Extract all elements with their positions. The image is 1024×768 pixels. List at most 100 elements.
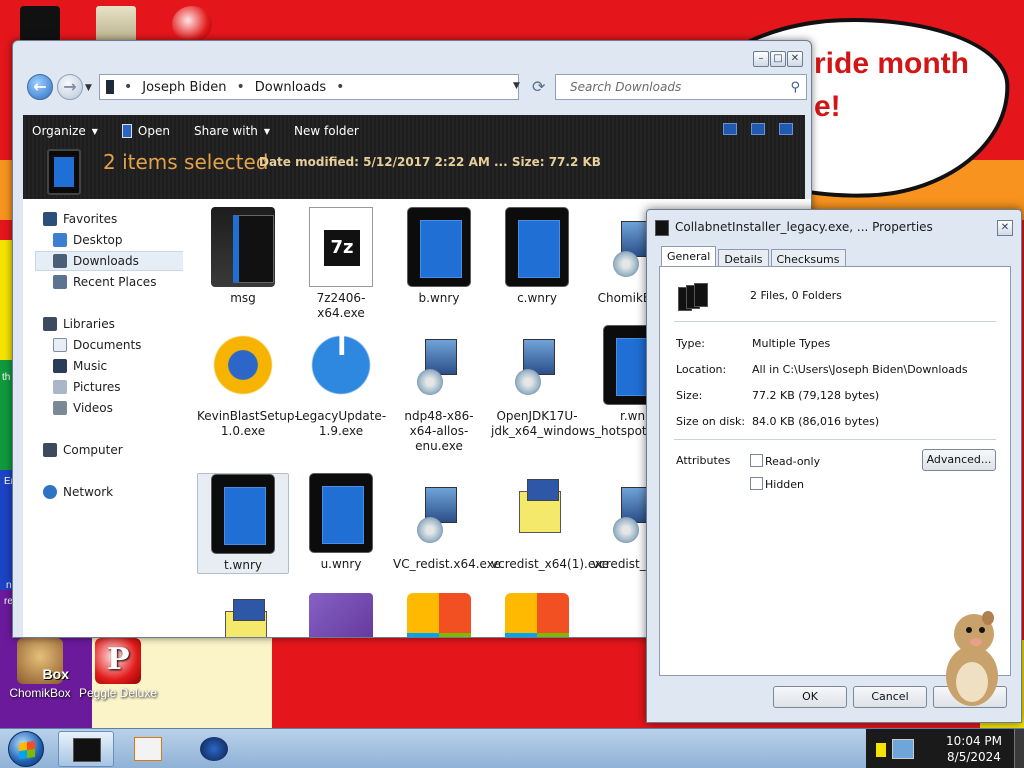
nav-favorites[interactable]: Favorites — [43, 209, 183, 229]
chevron-down-icon: ▼ — [263, 126, 271, 136]
show-desktop-button[interactable] — [1014, 729, 1024, 768]
nav-network[interactable]: Network — [43, 482, 183, 502]
window-controls: – □ ✕ — [753, 51, 803, 67]
clock[interactable]: 10:04 PM 8/5/2024 — [946, 733, 1002, 765]
file-item[interactable] — [393, 593, 485, 637]
flag-icon[interactable] — [876, 743, 886, 757]
breadcrumb-downloads[interactable]: Downloads — [255, 80, 326, 95]
music-icon — [53, 359, 67, 373]
selection-title: 2 items selected — [103, 150, 269, 174]
file-name: LegacyUpdate-1.9.exe — [295, 409, 387, 438]
file-item[interactable]: VC_redist.x64.exe — [393, 473, 501, 572]
command-bar: Organize ▼ Open Share with ▼ New folder — [23, 119, 374, 143]
nav-downloads[interactable]: Downloads — [35, 251, 191, 271]
nav-desktop[interactable]: Desktop — [53, 230, 193, 250]
breadcrumb-joseph-biden[interactable]: Joseph Biden — [142, 80, 226, 95]
nav-recent-places[interactable]: Recent Places — [53, 272, 193, 292]
search-placeholder: Search Downloads — [570, 80, 682, 94]
change-view-icon[interactable] — [723, 123, 737, 135]
type-label: Type: — [676, 337, 705, 350]
file-name: vcredist_x64(1).exe — [491, 557, 610, 571]
open-button[interactable]: Open — [113, 124, 179, 138]
organize-button[interactable]: Organize ▼ — [23, 124, 107, 138]
taskbar-media-player-button[interactable] — [120, 731, 176, 767]
share-with-button[interactable]: Share with ▼ — [185, 124, 279, 138]
clock-date: 8/5/2024 — [947, 750, 1001, 764]
cancel-button[interactable]: Cancel — [853, 686, 927, 708]
search-icon[interactable]: ⚲ — [790, 80, 800, 95]
nav-music[interactable]: Music — [53, 356, 193, 376]
hamster-image — [946, 611, 998, 706]
file-item[interactable]: LegacyUpdate-1.9.exe — [295, 325, 387, 439]
downloads-icon — [53, 254, 67, 268]
breadcrumb-separator[interactable]: • — [336, 79, 344, 95]
nav-documents[interactable]: Documents — [53, 335, 193, 355]
chevron-down-icon: ▼ — [91, 126, 98, 136]
visual-studio-icon — [309, 593, 373, 637]
advanced-button[interactable]: Advanced... — [922, 449, 996, 471]
file-item[interactable]: ndp48-x86-x64-allos-enu.exe — [393, 325, 485, 454]
close-button[interactable]: ✕ — [997, 220, 1013, 236]
file-item[interactable]: OpenJDK17U-jdk_x64_windows_hotspot_17.0.… — [491, 325, 737, 439]
breadcrumb-separator: • — [124, 79, 133, 95]
taskbar: 10:04 PM 8/5/2024 — [0, 728, 1024, 768]
close-button[interactable]: ✕ — [787, 51, 803, 67]
file-item[interactable] — [197, 593, 289, 637]
start-button[interactable] — [8, 731, 44, 767]
selection-details: Date modified: 5/12/2017 2:22 AM ... Siz… — [259, 155, 601, 169]
open-label: Open — [137, 124, 170, 138]
file-item[interactable]: vcredist_x64(1).exe — [491, 473, 610, 572]
recent-pages-dropdown[interactable]: ▼ — [85, 83, 92, 93]
size-on-disk-value: 84.0 KB (86,016 bytes) — [752, 415, 880, 428]
file-item[interactable]: c.wnry — [491, 207, 583, 306]
nav-computer[interactable]: Computer — [43, 440, 183, 460]
maximize-button[interactable]: □ — [770, 51, 786, 67]
media-player-icon — [134, 737, 162, 761]
nav-videos[interactable]: Videos — [53, 398, 193, 418]
file-item[interactable]: u.wnry — [295, 473, 387, 572]
file-item[interactable]: msg — [197, 207, 289, 306]
nav-label: Computer — [63, 443, 123, 457]
nav-pictures[interactable]: Pictures — [53, 377, 193, 397]
nav-label: Desktop — [73, 233, 123, 247]
network-tray-icon[interactable] — [892, 739, 914, 759]
nav-libraries[interactable]: Libraries — [43, 314, 183, 334]
preview-pane-icon[interactable] — [751, 123, 765, 135]
address-dropdown[interactable]: ▼ — [513, 81, 520, 91]
ok-button[interactable]: OK — [773, 686, 847, 708]
search-input[interactable]: Search Downloads ⚲ — [555, 74, 807, 100]
nav-label: Pictures — [73, 380, 121, 394]
nav-label: Music — [73, 359, 108, 373]
file-item[interactable] — [295, 593, 387, 637]
peggle-icon — [95, 638, 141, 684]
file-summary: 2 Files, 0 Folders — [750, 289, 842, 302]
readonly-checkbox[interactable] — [750, 454, 763, 467]
taskbar-app-button[interactable] — [186, 731, 242, 767]
file-item[interactable]: KevinBlastSetup-1.0.exe — [197, 325, 299, 439]
help-icon[interactable] — [779, 123, 793, 135]
forward-button[interactable]: → — [57, 74, 83, 100]
open-icon — [121, 124, 132, 138]
desktop-icon-peggle[interactable]: Peggle Deluxe — [72, 638, 164, 700]
minimize-button[interactable]: – — [753, 51, 769, 67]
size-on-disk-label: Size on disk: — [676, 415, 746, 428]
address-bar[interactable]: • Joseph Biden • Downloads • — [99, 74, 519, 100]
installer-icon — [211, 593, 275, 637]
file-item[interactable]: 7z2406-x64.exe — [295, 207, 387, 321]
file-item-selected[interactable]: t.wnry — [197, 473, 289, 574]
nav-label: Network — [63, 485, 114, 499]
refresh-icon[interactable]: ⟳ — [532, 77, 545, 96]
file-name: u.wnry — [320, 557, 362, 571]
desktop-peggle-top-icon[interactable] — [172, 6, 212, 42]
new-folder-button[interactable]: New folder — [285, 124, 368, 138]
back-button[interactable]: ← — [27, 74, 53, 100]
file-item[interactable]: b.wnry — [393, 207, 485, 306]
hidden-checkbox[interactable] — [750, 477, 763, 490]
speech-bubble-text: ride month e! — [814, 42, 969, 128]
desktop-recycle-icon[interactable] — [20, 6, 60, 42]
size-label: Size: — [676, 389, 703, 402]
taskbar-explorer-button[interactable] — [58, 731, 114, 767]
desktop-icon — [53, 233, 67, 247]
desktop-document-icon[interactable] — [96, 6, 136, 42]
file-item[interactable] — [491, 593, 583, 637]
